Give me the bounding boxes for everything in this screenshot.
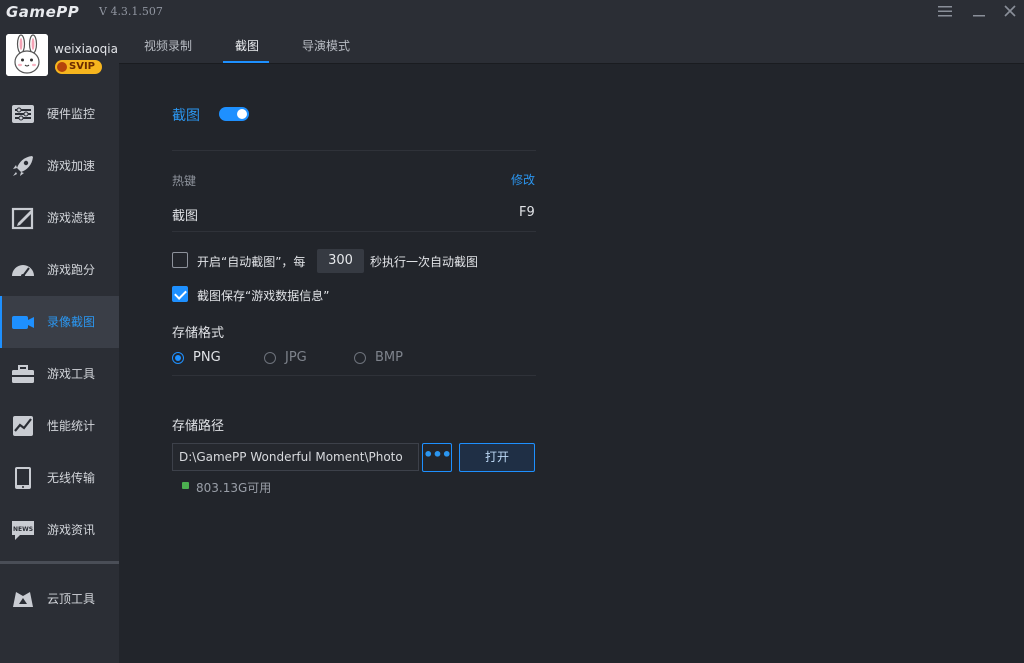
format-radio-png[interactable] [172, 352, 184, 364]
disk-status-indicator [182, 482, 189, 489]
sidebar-item-label: 游戏资讯 [47, 523, 96, 537]
sidebar-item-game-boost[interactable]: 游戏加速 [0, 140, 119, 192]
auto-capture-seconds-input[interactable]: 300 [317, 249, 364, 273]
sidebar-item-label: 录像截图 [47, 315, 96, 329]
rocket-icon [13, 156, 33, 176]
screenshot-toggle[interactable] [219, 107, 249, 121]
sidebar-item-hardware-monitor[interactable]: 硬件监控 [0, 88, 119, 140]
content-area [119, 64, 1024, 663]
sidebar-item-benchmark[interactable]: 游戏跑分 [0, 244, 119, 296]
sidebar-item-label: 游戏加速 [47, 159, 96, 173]
open-folder-button[interactable]: 打开 [459, 443, 535, 472]
tab-video-recording[interactable]: 视频录制 [144, 37, 192, 54]
active-tab-indicator [223, 61, 269, 63]
sidebar-item-performance-stats[interactable]: 性能统计 [0, 400, 119, 452]
tab-bar: 视频录制 截图 导演模式 [119, 26, 1024, 64]
divider [172, 150, 536, 151]
divider [172, 375, 536, 376]
sidebar-item-cloud-tool[interactable]: 云顶工具 [0, 573, 119, 625]
svip-label: SVIP [69, 61, 95, 72]
speedometer-icon [12, 265, 34, 278]
hotkey-value: F9 [519, 205, 535, 220]
user-panel[interactable]: weixiaoqia.. SVIP [0, 26, 119, 86]
sidebar-item-label: 性能统计 [47, 419, 96, 433]
free-space-text: 803.13G可用 [196, 481, 272, 495]
auto-capture-prefix: 开启“自动截图”，每 [197, 255, 306, 269]
sidebar-item-label: 游戏滤镜 [47, 211, 96, 225]
hotkey-name: 截图 [172, 209, 199, 224]
crown-icon [57, 62, 67, 72]
username: weixiaoqia.. [54, 42, 118, 56]
video-camera-icon [12, 316, 34, 329]
auto-capture-suffix: 秒执行一次自动截图 [370, 255, 479, 269]
toggle-knob [237, 109, 247, 119]
close-icon[interactable] [1001, 4, 1019, 22]
toolbox-icon [12, 365, 34, 383]
stats-chart-icon [13, 416, 33, 436]
tab-screenshot[interactable]: 截图 [235, 37, 259, 54]
sidebar-item-label: 云顶工具 [47, 592, 96, 606]
auto-capture-checkbox[interactable] [172, 252, 188, 268]
hardware-monitor-icon [12, 105, 34, 123]
hotkey-section-label: 热键 [172, 174, 197, 188]
svg-text:NEWS: NEWS [13, 526, 33, 533]
sidebar-divider [0, 561, 119, 564]
sidebar-item-record-screenshot[interactable]: 录像截图 [0, 296, 119, 348]
app-version: V 4.3.1.507 [99, 5, 163, 18]
filter-icon [11, 207, 34, 230]
sidebar-item-game-filter[interactable]: 游戏滤镜 [0, 192, 119, 244]
title-bar: GamePP V 4.3.1.507 [0, 0, 1024, 26]
news-icon: NEWS [12, 521, 34, 540]
save-game-info-label: 截图保存“游戏数据信息” [197, 289, 330, 303]
sidebar-item-game-tools[interactable]: 游戏工具 [0, 348, 119, 400]
screenshot-title: 截图 [172, 108, 200, 124]
browse-button[interactable]: ••• [422, 443, 452, 472]
format-radio-jpg[interactable] [264, 352, 276, 364]
format-label: 存储格式 [172, 326, 225, 341]
minimize-icon[interactable] [970, 4, 988, 22]
svip-badge: SVIP [55, 60, 102, 74]
sidebar-item-wireless-transfer[interactable]: 无线传输 [0, 452, 119, 504]
path-label: 存储路径 [172, 419, 225, 434]
avatar[interactable] [6, 34, 48, 76]
sidebar-item-label: 硬件监控 [47, 107, 96, 121]
menu-icon[interactable] [936, 4, 954, 22]
sidebar-item-label: 游戏跑分 [47, 263, 96, 277]
sidebar: weixiaoqia.. SVIP 硬件监控 游戏加速 游戏滤镜 游戏跑分 录像… [0, 26, 119, 663]
format-label-png[interactable]: PNG [193, 350, 221, 365]
format-radio-bmp[interactable] [354, 352, 366, 364]
tab-director-mode[interactable]: 导演模式 [302, 37, 350, 54]
tablet-icon [15, 467, 31, 489]
divider [172, 231, 536, 232]
app-logo: GamePP [6, 3, 80, 21]
sidebar-item-game-news[interactable]: NEWS 游戏资讯 [0, 504, 119, 556]
cloud-tool-icon [13, 592, 33, 607]
save-path-field[interactable]: D:\GamePP Wonderful Moment\Photo [172, 443, 419, 471]
modify-link[interactable]: 修改 [511, 171, 535, 188]
sidebar-item-label: 无线传输 [47, 471, 96, 485]
sidebar-item-label: 游戏工具 [47, 367, 96, 381]
format-label-jpg[interactable]: JPG [285, 350, 307, 365]
save-game-info-checkbox[interactable] [172, 286, 188, 302]
format-label-bmp[interactable]: BMP [375, 350, 403, 365]
